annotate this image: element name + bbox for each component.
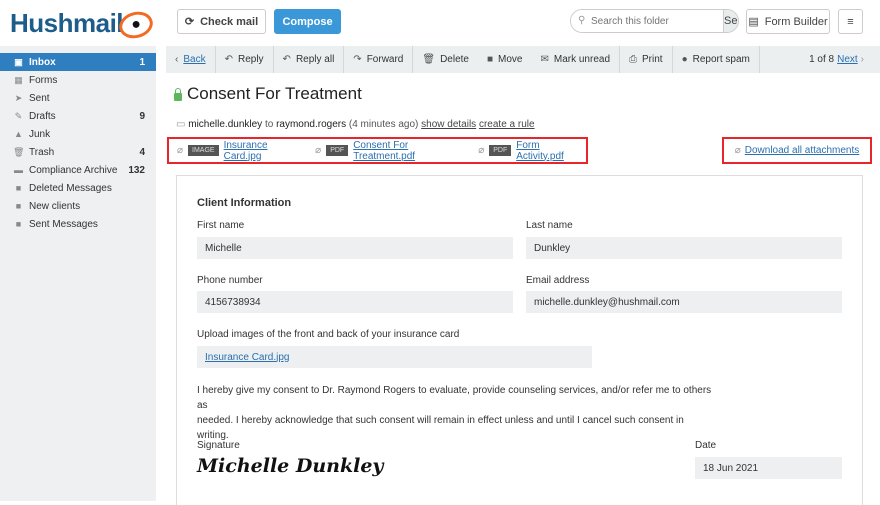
hushmail-logo[interactable]: Hushmail ● xyxy=(10,8,156,43)
sidebar-item-new-clients[interactable]: ■ New clients xyxy=(0,197,156,215)
message-meta: ▭ michelle.dunkley to raymond.rogers (4 … xyxy=(176,119,535,130)
paperclip-icon: ⌀ xyxy=(315,145,322,156)
trash-icon: 🗑 xyxy=(422,54,436,65)
email-label: Email address xyxy=(526,275,590,286)
first-name-field: Michelle xyxy=(197,237,513,259)
paperclip-icon: ⌀ xyxy=(177,145,184,156)
alert-icon: ● xyxy=(681,54,688,65)
back-button[interactable]: ‹ Back xyxy=(166,46,216,73)
forms-icon: ▦ xyxy=(14,74,23,85)
sidebar: ▣ Inbox 1 ▦ Forms ➤ Sent ✎ Drafts 9 ▲ Junk 🗑 Tra… xyxy=(0,46,156,501)
form-icon: ▤ xyxy=(748,16,759,28)
send-icon: ➤ xyxy=(14,92,23,103)
attachments-list: ⌀ IMAGE Insurance Card.jpg ⌀ PDF Consent For… xyxy=(167,137,588,164)
attachment-link[interactable]: Consent For Treatment.pdf xyxy=(353,140,467,162)
uploaded-file-link[interactable]: Insurance Card.jpg xyxy=(205,352,290,363)
date-field: 18 Jun 2021 xyxy=(695,457,842,479)
printer-icon: ⎙ xyxy=(629,54,638,65)
delete-button[interactable]: 🗑 Delete xyxy=(413,46,478,73)
report-spam-button[interactable]: ● Report spam xyxy=(673,46,760,73)
print-button[interactable]: ⎙ Print xyxy=(620,46,673,73)
last-name-label: Last name xyxy=(526,220,573,231)
check-mail-button[interactable]: ⟳ Check mail xyxy=(177,9,266,34)
folder-icon: ■ xyxy=(15,201,22,211)
sidebar-item-inbox[interactable]: ▣ Inbox 1 xyxy=(0,53,156,71)
date-label: Date xyxy=(695,440,717,451)
lock-icon xyxy=(174,88,182,101)
sidebar-item-junk[interactable]: ▲ Junk xyxy=(0,125,156,143)
forward-icon: ↷ xyxy=(353,54,362,65)
archive-icon: ▬ xyxy=(14,165,23,175)
sidebar-item-forms[interactable]: ▦ Forms xyxy=(0,71,156,89)
create-rule-link[interactable]: create a rule xyxy=(479,119,535,130)
sidebar-item-sent[interactable]: ➤ Sent xyxy=(0,89,156,107)
folder-icon: ■ xyxy=(15,219,22,229)
chevron-left-icon: ‹ xyxy=(175,54,179,65)
reply-button[interactable]: ↶ Reply xyxy=(216,46,274,73)
folder-icon: ■ xyxy=(15,183,22,193)
message-toolbar: ‹ Back ↶ Reply ↶ Reply all ↷ Forward 🗑 Delete… xyxy=(166,46,880,73)
paperclip-icon: ⌀ xyxy=(478,145,485,156)
folder-icon: ■ xyxy=(486,54,494,65)
first-name-label: First name xyxy=(197,220,245,231)
trash-icon: 🗑 xyxy=(13,146,25,157)
search-button[interactable]: Search xyxy=(723,10,738,32)
upload-field: Insurance Card.jpg xyxy=(197,346,592,368)
paperclip-icon: ⌀ xyxy=(734,145,741,156)
attachment-link[interactable]: Form Activity.pdf xyxy=(516,140,586,162)
search-box: ⚲ Search xyxy=(570,9,739,33)
search-input[interactable] xyxy=(571,10,723,32)
email-field: michelle.dunkley@hushmail.com xyxy=(526,291,842,313)
hamburger-icon: ≡ xyxy=(847,15,854,28)
sidebar-item-sent-messages[interactable]: ■ Sent Messages xyxy=(0,215,156,233)
sidebar-item-deleted-messages[interactable]: ■ Deleted Messages xyxy=(0,179,156,197)
menu-button[interactable]: ≡ xyxy=(838,9,863,34)
next-link[interactable]: Next xyxy=(837,54,858,65)
mark-unread-button[interactable]: ✉ Mark unread xyxy=(531,46,621,73)
section-title: Client Information xyxy=(197,197,292,209)
envelope-icon: ✉ xyxy=(540,54,549,65)
upload-label: Upload images of the front and back of y… xyxy=(197,329,460,340)
warning-icon: ▲ xyxy=(14,129,23,139)
contact-icon: ▭ xyxy=(176,119,186,130)
sidebar-item-trash[interactable]: 🗑 Trash 4 xyxy=(0,143,156,161)
forward-button[interactable]: ↷ Forward xyxy=(344,46,414,73)
reply-all-button[interactable]: ↶ Reply all xyxy=(274,46,345,73)
reply-all-icon: ↶ xyxy=(282,54,291,65)
last-name-field: Dunkley xyxy=(526,237,842,259)
form-card: Client Information First name Michelle L… xyxy=(176,175,863,505)
phone-label: Phone number xyxy=(197,275,263,286)
inbox-icon: ▣ xyxy=(14,56,23,67)
search-icon: ⚲ xyxy=(578,15,586,26)
consent-text: I hereby give my consent to Dr. Raymond … xyxy=(197,385,712,441)
chevron-right-icon: › xyxy=(860,54,864,65)
compose-button[interactable]: Compose xyxy=(274,9,341,34)
reply-icon: ↶ xyxy=(224,54,233,65)
download-all-attachments: ⌀ Download all attachments xyxy=(722,137,872,164)
pager: 1 of 8 Next › xyxy=(809,54,864,65)
sidebar-item-compliance-archive[interactable]: ▬ Compliance Archive 132 xyxy=(0,161,156,179)
attachment-link[interactable]: Insurance Card.jpg xyxy=(224,140,305,162)
refresh-icon: ⟳ xyxy=(184,16,195,28)
signature-label: Signature xyxy=(197,440,240,451)
download-all-link[interactable]: Download all attachments xyxy=(745,145,860,156)
phone-field: 4156738934 xyxy=(197,291,513,313)
show-details-link[interactable]: show details xyxy=(421,119,476,130)
signature-image: Michelle Dunkley xyxy=(197,455,384,477)
form-builder-button[interactable]: ▤ Form Builder xyxy=(746,9,830,34)
message-subject: Consent For Treatment xyxy=(174,84,362,104)
move-button[interactable]: ■ Move xyxy=(478,46,532,73)
pencil-icon: ✎ xyxy=(14,110,23,121)
sidebar-item-drafts[interactable]: ✎ Drafts 9 xyxy=(0,107,156,125)
